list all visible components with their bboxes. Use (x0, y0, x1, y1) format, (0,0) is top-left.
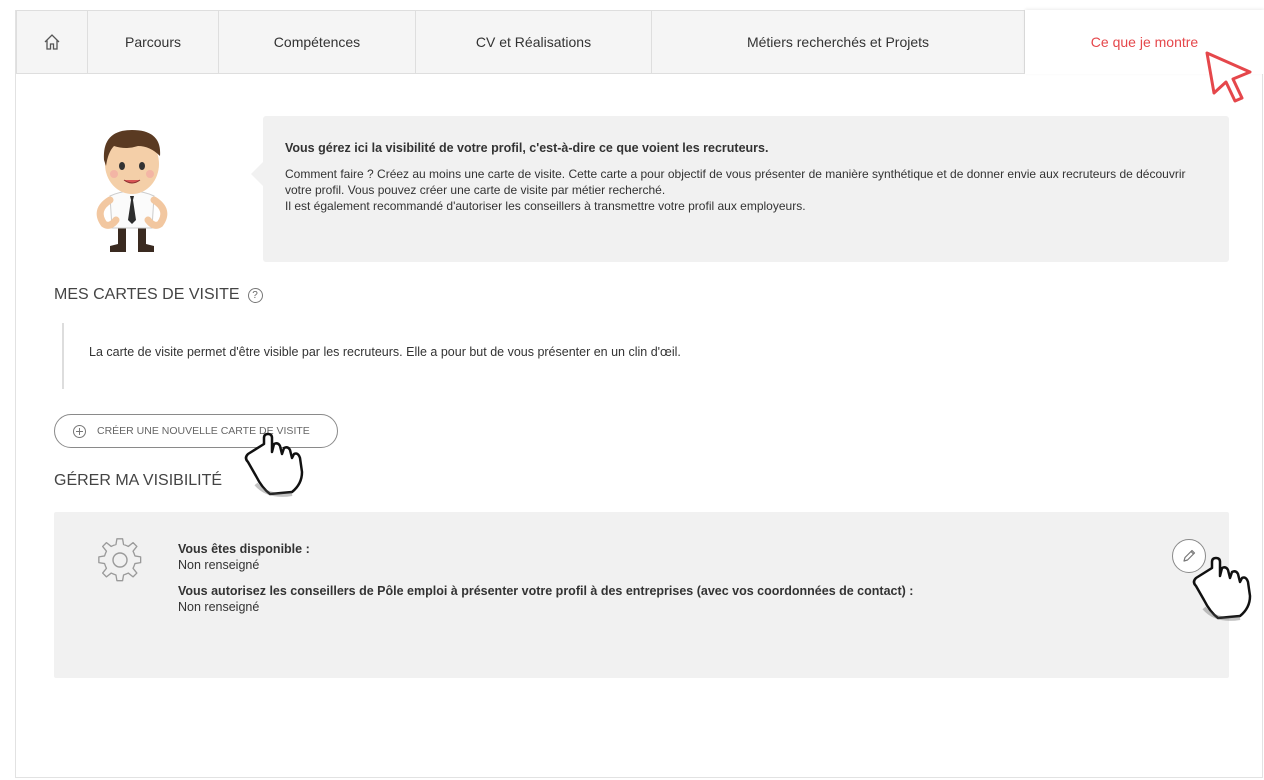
available-value: Non renseigné (178, 558, 260, 572)
tab-bar: Parcours Compétences CV et Réalisations … (16, 10, 1264, 74)
plus-circle-icon (73, 424, 86, 438)
mascot-illustration (96, 130, 168, 252)
tab-label: Compétences (273, 34, 361, 50)
tab-cv-realisations[interactable]: CV et Réalisations (415, 10, 651, 74)
hand-cursor-icon (1192, 556, 1252, 621)
info-title: Vous gérez ici la visibilité de votre pr… (285, 141, 769, 155)
authorize-label: Vous autorisez les conseillers de Pôle e… (178, 584, 914, 598)
tab-label: Parcours (124, 34, 182, 50)
quote-bar (62, 323, 64, 389)
gear-icon (98, 538, 142, 582)
arrow-cursor-icon (1205, 51, 1252, 103)
cards-title-text: MES CARTES DE VISITE (54, 286, 240, 303)
tab-label: Métiers recherchés et Projets (746, 34, 930, 50)
help-icon[interactable]: ? (247, 288, 263, 303)
tab-label: CV et Réalisations (475, 34, 592, 50)
tab-competences[interactable]: Compétences (218, 10, 415, 74)
info-line-2: Il est également recommandé d'autoriser … (285, 199, 806, 213)
authorize-value: Non renseigné (178, 600, 260, 614)
visibility-section-title: GÉRER MA VISIBILITÉ (54, 472, 223, 489)
available-label: Vous êtes disponible : (178, 542, 310, 556)
info-line-1: Comment faire ? Créez au moins une carte… (285, 167, 1186, 197)
visibility-details: Vous êtes disponible : Non renseigné Vou… (178, 541, 913, 615)
tab-metiers-projets[interactable]: Métiers recherchés et Projets (651, 10, 1025, 74)
info-callout: Vous gérez ici la visibilité de votre pr… (251, 116, 1229, 262)
tab-home[interactable] (16, 10, 87, 74)
tab-label: Ce que je montre (1090, 34, 1199, 50)
tab-parcours[interactable]: Parcours (87, 10, 218, 74)
cards-section-title: MES CARTES DE VISITE? (54, 286, 263, 304)
hand-cursor-icon (244, 432, 304, 497)
home-icon (44, 34, 60, 50)
cards-description: La carte de visite permet d'être visible… (89, 345, 681, 359)
